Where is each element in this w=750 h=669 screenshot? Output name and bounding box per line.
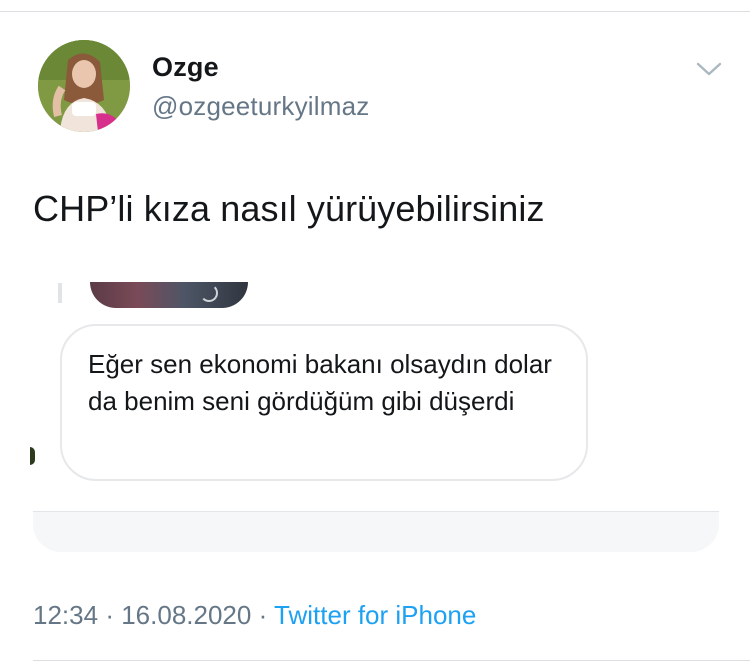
earring-glint: [200, 284, 218, 302]
quoted-profile-photo: [90, 282, 248, 308]
avatar[interactable]: [38, 40, 130, 132]
author-display-name[interactable]: Ozge: [152, 52, 219, 83]
author-handle[interactable]: @ozgeeturkyilmaz: [152, 91, 369, 122]
chevron-down-icon[interactable]: [694, 58, 724, 80]
tweet-meta: 12:34 · 16.08.2020 · Twitter for iPhone: [33, 600, 476, 631]
tweet-text: CHP’li kıza nasıl yürüyebilirsiniz: [33, 188, 545, 229]
media-bottom-strip: [33, 511, 719, 552]
tweet-date[interactable]: 16.08.2020: [121, 600, 251, 630]
tweet-time[interactable]: 12:34: [33, 600, 98, 630]
top-divider: [0, 11, 750, 12]
edge-fragment: [30, 447, 35, 465]
bottom-divider: [33, 660, 750, 661]
meta-separator: ·: [258, 600, 268, 630]
message-bubble-text: Eğer sen ekonomi bakanı olsaydın dolar d…: [88, 349, 552, 416]
avatar-photo: [38, 40, 130, 132]
meta-separator: ·: [105, 600, 114, 630]
thread-line: [58, 283, 62, 303]
tweet-source-link[interactable]: Twitter for iPhone: [274, 600, 476, 630]
